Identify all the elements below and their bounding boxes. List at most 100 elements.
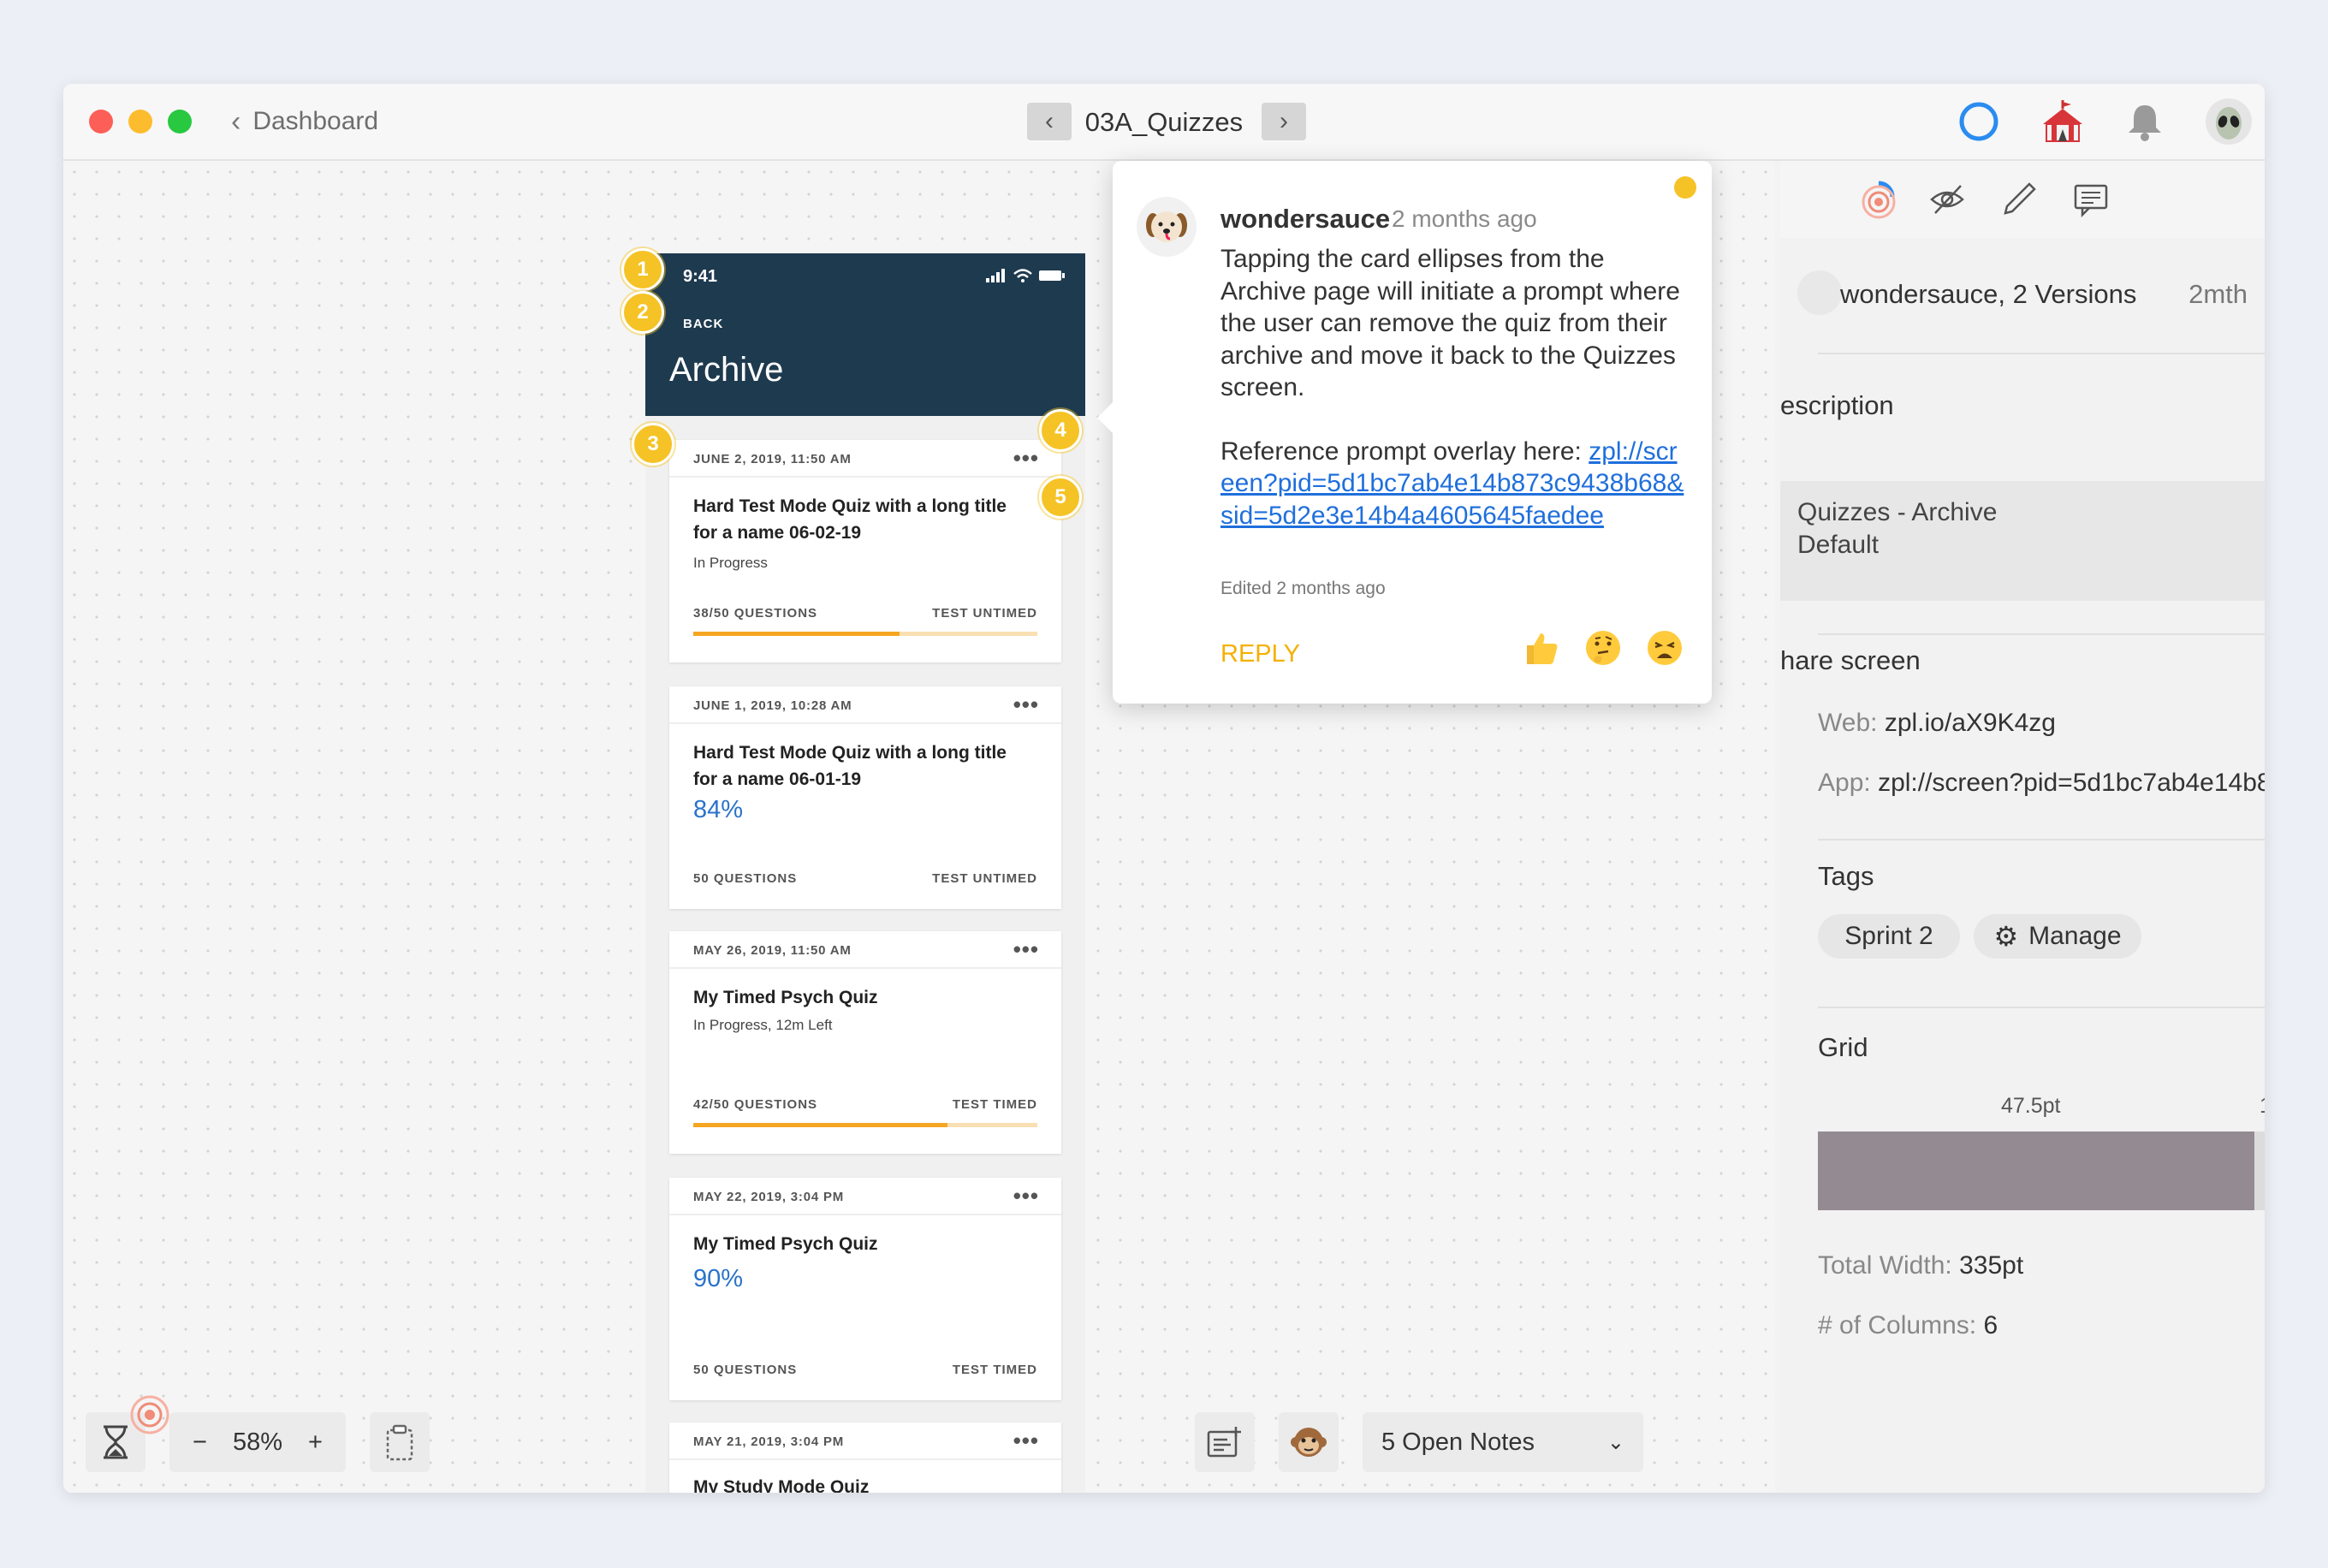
tag-pill[interactable]: Sprint 2	[1818, 914, 1960, 959]
card-mode: TEST TIMED	[952, 1097, 1037, 1112]
tags-heading: Tags	[1818, 861, 1874, 891]
ellipsis-icon[interactable]: •••	[1013, 936, 1039, 963]
ellipsis-icon[interactable]: •••	[1013, 1428, 1039, 1454]
monkey-button[interactable]	[1279, 1412, 1339, 1472]
card-date: MAY 22, 2019, 3:04 PM	[693, 1190, 845, 1204]
inspector-panel: wondersauce, 2 Versions 2mth escription …	[1780, 161, 2265, 1493]
zoom-window-button[interactable]	[168, 110, 192, 134]
back-to-dashboard-link[interactable]: ‹ Dashboard	[231, 104, 378, 139]
edited-label: Edited 2 months ago	[1220, 579, 1386, 598]
annotation-badge[interactable]: 4	[1039, 409, 1082, 452]
web-value: zpl.io/aX9K4zg	[1884, 709, 2056, 737]
columns-row: # of Columns: 6	[1818, 1311, 1998, 1340]
card-date: MAY 21, 2019, 3:04 PM	[693, 1434, 845, 1449]
card-title: Hard Test Mode Quiz with a long title fo…	[693, 496, 1007, 543]
panel-toolbar	[1780, 161, 2265, 238]
chevron-left-icon: ‹	[1045, 107, 1054, 135]
ellipsis-icon[interactable]: •••	[1013, 445, 1039, 472]
quiz-card[interactable]: MAY 21, 2019, 3:04 PM ••• My Study Mode …	[669, 1422, 1061, 1493]
target-icon[interactable]	[1857, 178, 1900, 221]
description-line: Default	[1797, 531, 1880, 559]
screen-title: 03A_Quizzes	[1084, 107, 1244, 137]
tag-label: Sprint 2	[1844, 922, 1933, 950]
chevron-down-icon: ⌄	[1606, 1430, 1624, 1454]
quiz-card[interactable]: JUNE 1, 2019, 10:28 AM ••• Hard Test Mod…	[669, 686, 1061, 909]
bell-icon[interactable]	[2119, 96, 2171, 147]
grid-heading: Grid	[1818, 1032, 1868, 1062]
dog-avatar-icon	[1797, 270, 1842, 315]
grid-gutter-preview	[2254, 1131, 2265, 1210]
pen-icon[interactable]	[1998, 178, 2040, 221]
card-divider	[669, 967, 1061, 969]
circle-icon[interactable]	[1953, 96, 2004, 147]
status-icons	[986, 269, 1065, 282]
next-screen-button[interactable]: ›	[1262, 103, 1306, 140]
hint-ring-icon	[130, 1395, 169, 1434]
card-divider	[669, 476, 1061, 478]
card-date: JUNE 1, 2019, 10:28 AM	[693, 698, 852, 713]
card-status: In Progress	[693, 555, 768, 571]
comment-author[interactable]: wondersauce	[1220, 204, 1390, 235]
progress-fill	[693, 1123, 948, 1127]
archive-title: Archive	[669, 351, 784, 389]
close-window-button[interactable]	[89, 110, 113, 134]
zoom-out-button[interactable]: −	[193, 1428, 207, 1457]
zoom-level: 58%	[232, 1428, 283, 1456]
quiz-card[interactable]: JUNE 2, 2019, 11:50 AM ••• Hard Test Mod…	[669, 440, 1061, 662]
description-text: Quizzes - Archive Default	[1797, 496, 1997, 561]
status-time: 9:41	[683, 267, 718, 286]
description-field[interactable]: Quizzes - Archive Default	[1780, 481, 2265, 601]
web-link-row[interactable]: Web: zpl.io/aX9K4zg	[1818, 709, 2056, 738]
phone-screen-preview[interactable]: 9:41 BACK Archive JUNE 2, 2019, 11:50 AM…	[645, 253, 1085, 1493]
versions-label[interactable]: wondersauce, 2 Versions	[1840, 279, 2136, 310]
total-width-value: 335pt	[1959, 1251, 2024, 1280]
previous-screen-button[interactable]: ‹	[1027, 103, 1072, 140]
phone-back-button[interactable]: BACK	[683, 317, 723, 331]
app-link-row[interactable]: App: zpl://screen?pid=5d1bc7ab4e14b873..…	[1818, 769, 2265, 798]
open-notes-select[interactable]: 5 Open Notes ⌄	[1363, 1412, 1643, 1472]
annotation-badge[interactable]: 1	[621, 248, 664, 291]
divider	[1818, 839, 2265, 840]
divider	[1818, 353, 2265, 354]
card-questions: 38/50 QUESTIONS	[693, 606, 818, 621]
manage-tags-button[interactable]: ⚙ Manage	[1974, 914, 2141, 959]
card-divider	[669, 1458, 1061, 1460]
add-note-button[interactable]	[1195, 1412, 1255, 1472]
app-window: ‹ Dashboard ‹ 03A_Quizzes › 9:41 BACK Ar…	[63, 84, 2265, 1493]
annotation-badge[interactable]: 5	[1039, 476, 1082, 519]
annotation-badge[interactable]: 3	[632, 423, 674, 466]
weary-face-icon[interactable]	[1647, 630, 1683, 666]
grid-column-width: 47.5pt	[2001, 1094, 2061, 1118]
card-questions: 50 QUESTIONS	[693, 871, 798, 886]
eye-icon[interactable]	[1926, 178, 1969, 221]
card-title: My Timed Psych Quiz	[693, 988, 878, 1007]
thumbs-up-icon[interactable]	[1523, 630, 1559, 666]
card-date: MAY 26, 2019, 11:50 AM	[693, 943, 852, 958]
back-label: Dashboard	[252, 107, 379, 135]
clipboard-button[interactable]	[370, 1412, 430, 1472]
card-mode: TEST UNTIMED	[932, 871, 1037, 886]
circus-tent-icon[interactable]	[2037, 96, 2088, 147]
alien-avatar-icon[interactable]	[2203, 96, 2254, 147]
comment-icon[interactable]	[2070, 178, 2112, 221]
reactions	[1523, 630, 1683, 666]
ellipsis-icon[interactable]: •••	[1013, 692, 1039, 718]
divider	[1818, 1007, 2265, 1008]
panel-body: wondersauce, 2 Versions 2mth escription …	[1780, 238, 2265, 1493]
battery-icon	[1039, 270, 1065, 281]
quiz-card[interactable]: MAY 26, 2019, 11:50 AM ••• My Timed Psyc…	[669, 931, 1061, 1154]
card-title: My Study Mode Quiz	[693, 1477, 870, 1493]
clipboard-icon	[386, 1424, 413, 1461]
comment-popover[interactable]: wondersauce 2 months ago Tapping the car…	[1097, 161, 1712, 704]
ellipsis-icon[interactable]: •••	[1013, 1183, 1039, 1209]
thinking-face-icon[interactable]	[1585, 630, 1621, 666]
zoom-in-button[interactable]: +	[308, 1428, 323, 1457]
annotation-badge[interactable]: 2	[621, 291, 664, 334]
reply-button[interactable]: REPLY	[1220, 640, 1300, 668]
minimize-window-button[interactable]	[128, 110, 152, 134]
card-questions: 42/50 QUESTIONS	[693, 1097, 818, 1112]
quiz-card[interactable]: MAY 22, 2019, 3:04 PM ••• My Timed Psych…	[669, 1178, 1061, 1400]
monkey-icon	[1291, 1428, 1327, 1457]
card-score: 84%	[693, 796, 744, 823]
chevron-right-icon: ›	[1280, 107, 1288, 135]
